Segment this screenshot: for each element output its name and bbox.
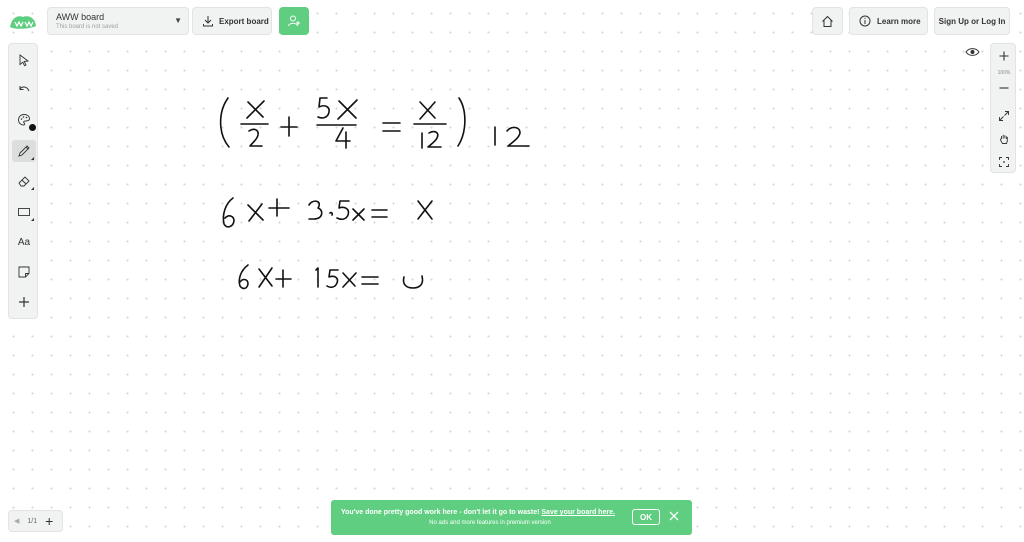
handwritten-strokes-line-2 [222,197,433,228]
previous-page-button[interactable]: ◀ [14,517,19,525]
save-board-toast: You've done pretty good work here - don'… [331,500,692,535]
handwritten-strokes-line-3 [238,264,424,290]
toast-message: You've done pretty good work here - don'… [341,509,540,516]
page-navigator: ◀ 1/1 + [8,510,63,532]
handwritten-strokes-line-1 [219,97,530,149]
page-indicator: 1/1 [27,517,38,525]
add-page-button[interactable]: + [45,514,53,528]
save-board-link[interactable]: Save your board here. [541,509,615,516]
drawing-canvas[interactable] [0,0,1024,542]
toast-message-line: You've done pretty good work here - don'… [341,509,615,516]
toast-premium-note: No ads and more features in premium vers… [429,520,551,526]
toast-ok-button[interactable]: OK [632,509,660,525]
close-icon[interactable] [668,510,680,522]
